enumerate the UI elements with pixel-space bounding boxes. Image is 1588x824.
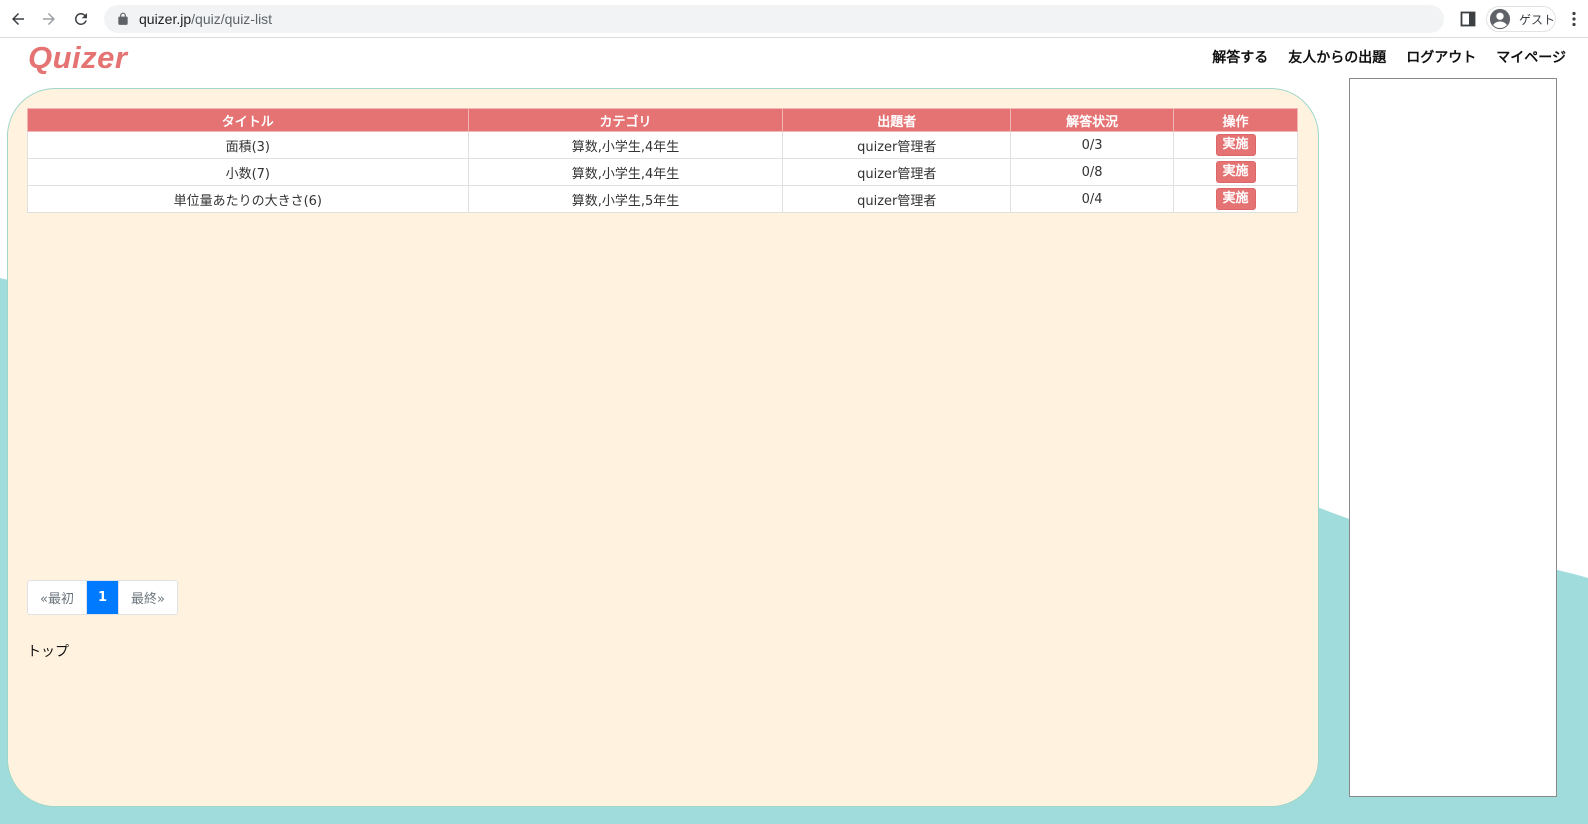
nav-friend-questions[interactable]: 友人からの出題 bbox=[1288, 47, 1386, 67]
header-status[interactable]: 解答状況 bbox=[1010, 108, 1175, 132]
nav-answer[interactable]: 解答する bbox=[1212, 47, 1268, 67]
profile-label: ゲスト bbox=[1519, 12, 1556, 27]
side-panel-icon[interactable] bbox=[1460, 11, 1476, 27]
cell-status: 0/8 bbox=[1010, 158, 1175, 186]
cell-author: quizer管理者 bbox=[782, 185, 1012, 213]
table-row: 小数(7) 算数,小学生,4年生 quizer管理者 0/8 実施 bbox=[27, 158, 1298, 186]
pagination-first[interactable]: «最初 bbox=[28, 581, 86, 614]
cell-category: 算数,小学生,4年生 bbox=[467, 158, 784, 186]
cell-category: 算数,小学生,4年生 bbox=[467, 131, 784, 159]
table-header-row: タイトル カテゴリ 出題者 解答状況 操作 bbox=[27, 108, 1298, 132]
cell-action: 実施 bbox=[1173, 131, 1298, 159]
pagination: «最初 1 最終» bbox=[27, 580, 178, 615]
cell-action: 実施 bbox=[1173, 158, 1298, 186]
site-logo[interactable]: Quizer bbox=[28, 40, 127, 76]
lock-icon bbox=[118, 12, 128, 25]
cell-category: 算数,小学生,5年生 bbox=[467, 185, 784, 213]
reload-button[interactable] bbox=[69, 7, 93, 31]
sidebar-ad-box bbox=[1349, 78, 1557, 797]
cell-status: 0/3 bbox=[1010, 131, 1175, 159]
reload-icon bbox=[74, 12, 87, 25]
header-action: 操作 bbox=[1173, 108, 1298, 132]
back-button[interactable] bbox=[6, 7, 30, 31]
page: Quizer 解答する 友人からの出題 ログアウト マイページ タイトル カテゴ… bbox=[0, 38, 1588, 824]
cell-title: 単位量あたりの大きさ(6) bbox=[27, 185, 469, 213]
forward-button[interactable] bbox=[37, 7, 61, 31]
cell-action: 実施 bbox=[1173, 185, 1298, 213]
arrow-right-icon bbox=[43, 13, 55, 25]
pagination-current-page[interactable]: 1 bbox=[85, 581, 118, 614]
profile-button[interactable]: ゲスト bbox=[1486, 6, 1556, 32]
browser-toolbar: quizer.jp/quiz/quiz-list ゲスト bbox=[0, 0, 1588, 38]
top-link[interactable]: トップ bbox=[27, 641, 69, 661]
cell-author: quizer管理者 bbox=[782, 131, 1012, 159]
nav-mypage[interactable]: マイページ bbox=[1496, 47, 1566, 67]
address-bar[interactable]: quizer.jp/quiz/quiz-list bbox=[104, 5, 1444, 33]
arrow-left-icon bbox=[12, 13, 24, 25]
header-category[interactable]: カテゴリ bbox=[467, 108, 784, 132]
url-text: quizer.jp/quiz/quiz-list bbox=[139, 11, 272, 27]
quiz-list-table: タイトル カテゴリ 出題者 解答状況 操作 面積(3) 算数,小学生,4年生 q… bbox=[27, 108, 1298, 213]
header-title[interactable]: タイトル bbox=[27, 108, 469, 132]
table-row: 面積(3) 算数,小学生,4年生 quizer管理者 0/3 実施 bbox=[27, 131, 1298, 159]
nav-logout[interactable]: ログアウト bbox=[1406, 47, 1476, 67]
pagination-last[interactable]: 最終» bbox=[117, 581, 177, 614]
table-row: 単位量あたりの大きさ(6) 算数,小学生,5年生 quizer管理者 0/4 実… bbox=[27, 185, 1298, 213]
execute-button[interactable]: 実施 bbox=[1215, 134, 1256, 156]
execute-button[interactable]: 実施 bbox=[1215, 188, 1256, 210]
more-vert-icon[interactable] bbox=[1568, 11, 1580, 27]
top-navigation: 解答する 友人からの出題 ログアウト マイページ bbox=[1212, 47, 1566, 67]
execute-button[interactable]: 実施 bbox=[1215, 161, 1256, 183]
cell-author: quizer管理者 bbox=[782, 158, 1012, 186]
cell-title: 小数(7) bbox=[27, 158, 469, 186]
cell-title: 面積(3) bbox=[27, 131, 469, 159]
url-path: /quiz/quiz-list bbox=[191, 11, 273, 27]
cell-status: 0/4 bbox=[1010, 185, 1175, 213]
account-circle-icon bbox=[1489, 8, 1511, 30]
url-host: quizer.jp bbox=[139, 11, 192, 27]
header-author[interactable]: 出題者 bbox=[782, 108, 1012, 132]
